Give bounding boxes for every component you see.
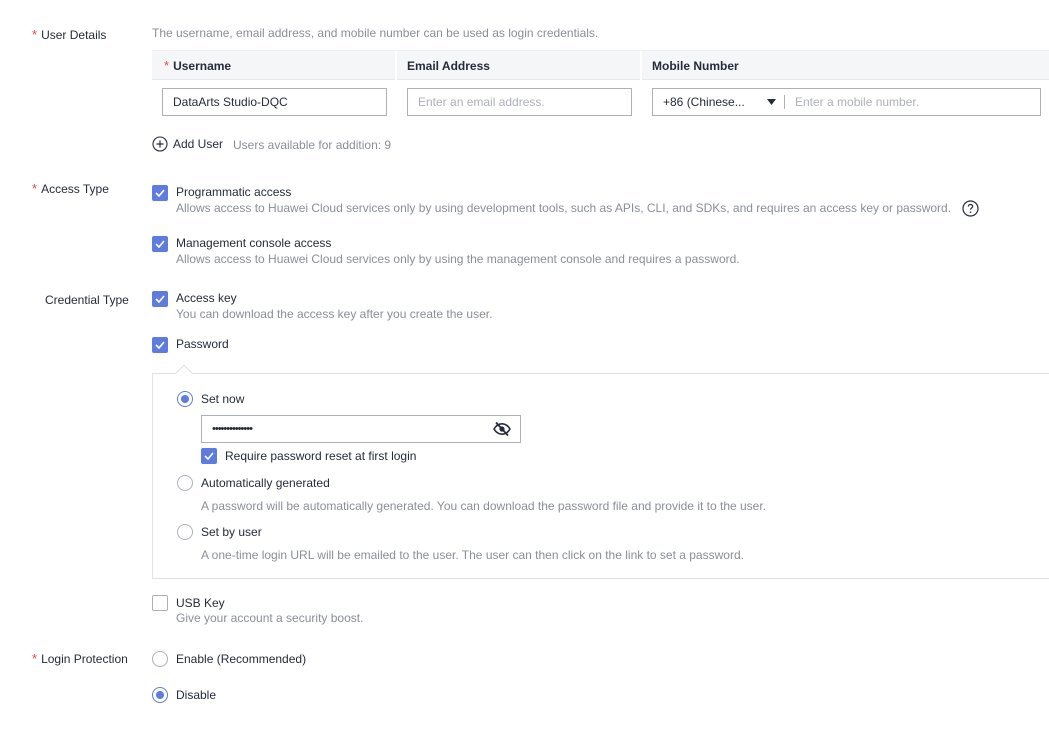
add-circle-icon [152,136,168,152]
set-by-user-radio[interactable] [177,524,193,540]
require-reset-checkbox[interactable] [201,448,217,464]
country-code-select[interactable]: +86 (Chinese... [653,89,784,115]
auto-generated-radio[interactable] [177,475,193,491]
login-protection-label: * Login Protection [32,651,128,666]
eye-hidden-icon[interactable] [493,421,511,437]
column-divider [640,51,642,80]
password-input[interactable]: •••••••••••••• [201,415,521,443]
column-username: * Username [164,58,232,73]
user-table-header: * Username Email Address Mobile Number [152,50,1049,80]
usb-key-checkbox[interactable] [152,595,168,611]
check-icon [155,295,165,303]
username-input[interactable]: DataArts Studio-DQC [162,88,387,116]
add-user-button[interactable]: Add User [152,136,223,152]
password-checkbox[interactable] [152,337,168,353]
console-access-desc: Allows access to Huawei Cloud services o… [176,252,740,266]
auto-generated-label: Automatically generated [201,476,330,490]
access-key-desc: You can download the access key after yo… [176,307,493,321]
user-details-hint: The username, email address, and mobile … [152,26,599,40]
mobile-field: +86 (Chinese... Enter a mobile number. [652,88,1041,116]
programmatic-access-title: Programmatic access [176,185,292,199]
check-icon [155,240,165,248]
login-protection-disable-radio[interactable] [152,687,168,703]
check-icon [155,341,165,349]
credential-type-label: Credential Type [45,293,129,307]
user-details-label: * User Details [32,27,107,42]
check-icon [204,452,214,460]
login-protection-enable-label: Enable (Recommended) [176,652,307,666]
set-now-radio[interactable] [177,391,193,407]
usb-key-desc: Give your account a security boost. [176,611,364,625]
auto-generated-desc: A password will be automatically generat… [201,499,767,513]
mobile-input[interactable]: Enter a mobile number. [785,95,1040,109]
programmatic-access-checkbox[interactable] [152,185,168,201]
usb-key-title: USB Key [176,596,225,610]
help-icon[interactable] [962,200,979,217]
access-key-checkbox[interactable] [152,291,168,307]
column-email: Email Address [407,59,490,73]
email-input[interactable]: Enter an email address. [407,88,632,116]
column-mobile: Mobile Number [652,59,739,73]
login-protection-enable-radio[interactable] [152,651,168,667]
set-now-label: Set now [201,392,245,406]
access-key-title: Access key [176,291,237,305]
set-by-user-label: Set by user [201,525,262,539]
access-type-label: * Access Type [32,181,109,196]
column-divider [395,51,397,80]
programmatic-access-desc: Allows access to Huawei Cloud services o… [176,201,952,215]
console-access-checkbox[interactable] [152,236,168,252]
login-protection-disable-label: Disable [176,688,217,702]
password-title: Password [176,337,229,351]
require-reset-label: Require password reset at first login [225,449,417,463]
console-access-title: Management console access [176,236,332,250]
users-available-text: Users available for addition: 9 [233,138,392,152]
set-by-user-desc: A one-time login URL will be emailed to … [201,548,744,562]
check-icon [155,189,165,197]
chevron-down-icon [767,99,776,105]
